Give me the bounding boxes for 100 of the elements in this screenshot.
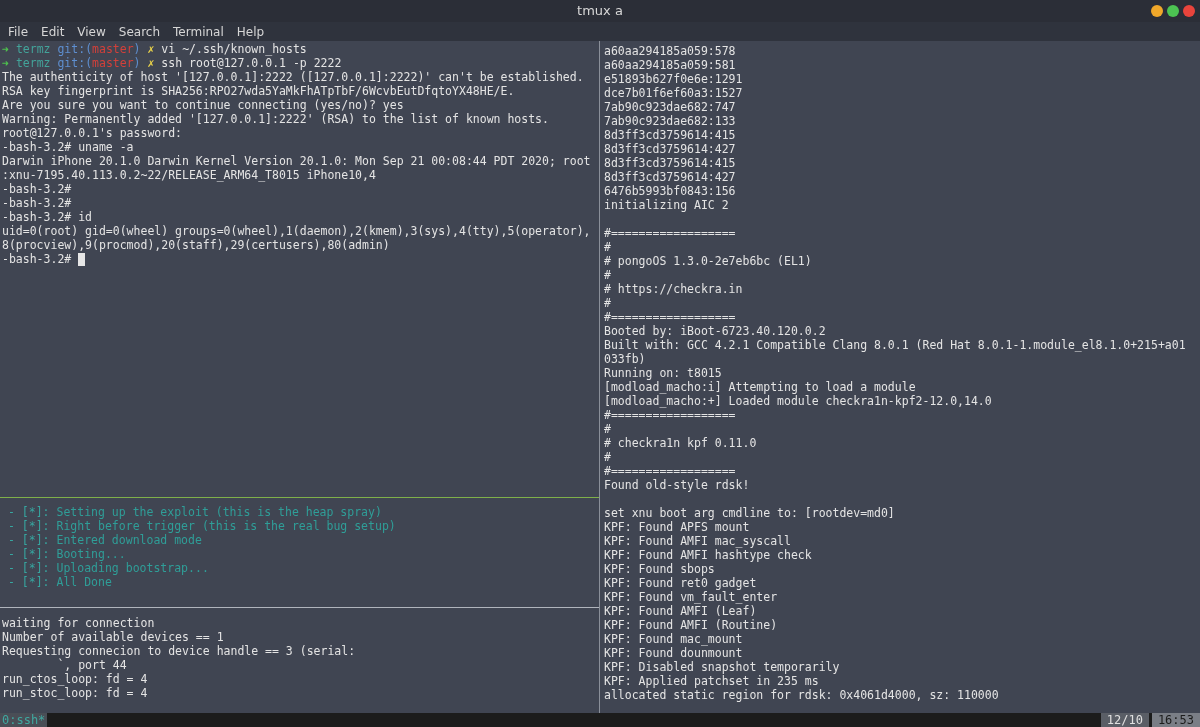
output-line: e51893b627f0e6e:1291 — [604, 72, 743, 86]
step-message: Entered download mode — [56, 533, 202, 547]
output-line: -bash-3.2# uname -a — [2, 140, 134, 154]
step-bullet: - [*]: — [8, 547, 50, 561]
output-line: KPF: Found AMFI hashtype check — [604, 548, 812, 562]
step-bullet: - [*]: — [8, 533, 50, 547]
step-message: Booting... — [56, 547, 126, 561]
output-line: # — [604, 268, 611, 282]
output-line: # — [604, 422, 611, 436]
step-message: All Done — [56, 575, 112, 589]
output-line: 7ab90c923dae682:133 — [604, 114, 736, 128]
output-line: # — [604, 240, 611, 254]
output-line: waiting for connection — [2, 616, 155, 630]
output-line: KPF: Found APFS mount — [604, 520, 750, 534]
prompt-directory: termz — [15, 56, 51, 70]
output-line: KPF: Found AMFI (Leaf) — [604, 604, 757, 618]
output-line: :xnu-7195.40.113.0.2~22/RELEASE_ARM64_T8015 iPhone10,4 — [2, 168, 376, 182]
output-line: 8d3ff3cd3759614:415 — [604, 128, 736, 142]
output-line: Are you sure you want to continue connecting (yes/no)? yes — [2, 98, 404, 112]
git-branch-label: git:(master) — [57, 56, 141, 70]
output-line: a60aa294185a059:578 — [604, 44, 736, 58]
menu-item[interactable]: Search — [118, 24, 161, 39]
output-line: [modload_macho:i] Attempting to load a module — [604, 380, 916, 394]
step-message: Uploading bootstrap... — [56, 561, 209, 575]
output-line: # checkra1n kpf 0.11.0 — [604, 436, 757, 450]
step-bullet: - [*]: — [8, 561, 50, 575]
output-line: 6476b5993bf0843:156 — [604, 184, 736, 198]
output-line: # https://checkra.in — [604, 282, 743, 296]
output-line: KPF: Found mac_mount — [604, 632, 743, 646]
output-line: -bash-3.2# — [2, 252, 73, 266]
output-line: -bash-3.2# — [2, 182, 72, 196]
output-line: KPF: Applied patchset in 235 ms — [604, 674, 819, 688]
output-line: 8(procview),9(procmod),20(staff),29(certusers),80(admin) — [2, 238, 390, 252]
output-line: 8d3ff3cd3759614:415 — [604, 156, 736, 170]
menu-item[interactable]: Edit — [41, 24, 65, 39]
output-line: -bash-3.2# id — [2, 210, 92, 224]
output-line: # — [604, 296, 611, 310]
output-line: Built with: GCC 4.2.1 Compatible Clang 8.0.1 (Red Hat 8.0.1-1.module_el8.1.0+215+a01 — [604, 338, 1186, 352]
output-line: KPF: Disabled snapshot temporarily — [604, 660, 840, 674]
output-line: KPF: Found AMFI (Routine) — [604, 618, 778, 632]
output-line: Requesting connecion to device handle == 3 (serial: — [2, 644, 356, 658]
output-line: # — [604, 450, 611, 464]
step-bullet: - [*]: — [8, 519, 50, 533]
command-text: vi ~/.ssh/known_hosts — [161, 42, 307, 56]
dirty-mark: ✗ — [147, 42, 155, 56]
output-line: Booted by: iBoot-6723.40.120.0.2 — [604, 324, 826, 338]
output-line: #================== — [604, 408, 736, 422]
output-line: Running on: t8015 — [604, 366, 722, 380]
output-line: KPF: Found dounmount — [604, 646, 743, 660]
output-line: RSA key fingerprint is SHA256:RPO27wda5YaMkFhATpTbF/6WcvbEutDfqtoYX48HE/E. — [2, 84, 515, 98]
output-line: initializing AIC 2 — [604, 198, 729, 212]
prompt-arrow: ➜ — [2, 56, 9, 70]
output-line: run_stoc_loop: fd = 4 — [2, 686, 148, 700]
output-line: root@127.0.0.1's password: — [2, 126, 182, 140]
menu-item[interactable]: Help — [236, 24, 265, 39]
output-line: KPF: Found AMFI mac_syscall — [604, 534, 791, 548]
output-line: run_ctos_loop: fd = 4 — [2, 672, 148, 686]
close-button[interactable] — [1183, 5, 1195, 17]
output-line: 7ab90c923dae682:747 — [604, 100, 736, 114]
output-line: Darwin iPhone 20.1.0 Darwin Kernel Version 20.1.0: Mon Sep 21 00:08:44 PDT 2020; root — [2, 154, 591, 168]
output-line: [modload_macho:+] Loaded module checkra1n-kpf2-12.0,14.0 — [604, 394, 992, 408]
output-line: Warning: Permanently added '[127.0.0.1]:2222' (RSA) to the list of known hosts. — [2, 112, 549, 126]
output-line: Found old-style rdsk! — [604, 478, 750, 492]
menu-item[interactable]: File — [8, 24, 29, 39]
output-line: # pongoOS 1.3.0-2e7eb6bc (EL1) — [604, 254, 812, 268]
status-time: 16:53 — [1151, 713, 1200, 727]
minimize-button[interactable] — [1151, 5, 1163, 17]
git-branch-label: git:(master) — [57, 42, 141, 56]
menu-item[interactable]: View — [77, 24, 106, 39]
maximize-button[interactable] — [1167, 5, 1179, 17]
status-date: 12/10 — [1100, 713, 1149, 727]
step-message: Right before trigger (this is the real bug setup) — [56, 519, 396, 533]
output-line: dce7b01f6ef60a3:1527 — [604, 86, 743, 100]
step-bullet: - [*]: — [8, 505, 50, 519]
step-message: Setting up the exploit (this is the heap spray) — [56, 505, 382, 519]
prompt-arrow: ➜ — [2, 42, 9, 56]
output-line: allocated static region for rdsk: 0x4061d4000, sz: 110000 — [604, 688, 999, 702]
output-line: 8d3ff3cd3759614:427 — [604, 142, 736, 156]
menu-item[interactable]: Terminal — [173, 24, 224, 39]
output-line: KPF: Found sbops — [604, 562, 715, 576]
output-line: -bash-3.2# — [2, 196, 72, 210]
window-title: tmux a — [577, 4, 623, 18]
output-line: Number of available devices == 1 — [2, 630, 224, 644]
output-line: KPF: Found ret0 gadget — [604, 576, 757, 590]
output-line: a60aa294185a059:581 — [604, 58, 736, 72]
output-line: #================== — [604, 226, 736, 240]
prompt-directory: termz — [15, 42, 51, 56]
output-line: set xnu boot arg cmdline to: [rootdev=md0] — [604, 506, 895, 520]
output-line: #================== — [604, 310, 736, 324]
output-line: 8d3ff3cd3759614:427 — [604, 170, 736, 184]
dirty-mark: ✗ — [147, 56, 155, 70]
output-line: 033fb) — [604, 352, 646, 366]
output-line: `, port 44 — [57, 658, 127, 672]
output-line: #================== — [604, 464, 736, 478]
command-text: ssh root@127.0.0.1 -p 2222 — [161, 56, 342, 70]
output-line: The authenticity of host '[127.0.0.1]:2222 ([127.0.0.1]:2222)' can't be established. — [2, 70, 584, 84]
step-bullet: - [*]: — [8, 575, 50, 589]
text-cursor — [78, 252, 86, 266]
output-line: uid=0(root) gid=0(wheel) groups=0(wheel),1(daemon),2(kmem),3(sys),4(tty),5(operator), — [2, 224, 591, 238]
output-line: KPF: Found vm_fault_enter — [604, 590, 778, 604]
